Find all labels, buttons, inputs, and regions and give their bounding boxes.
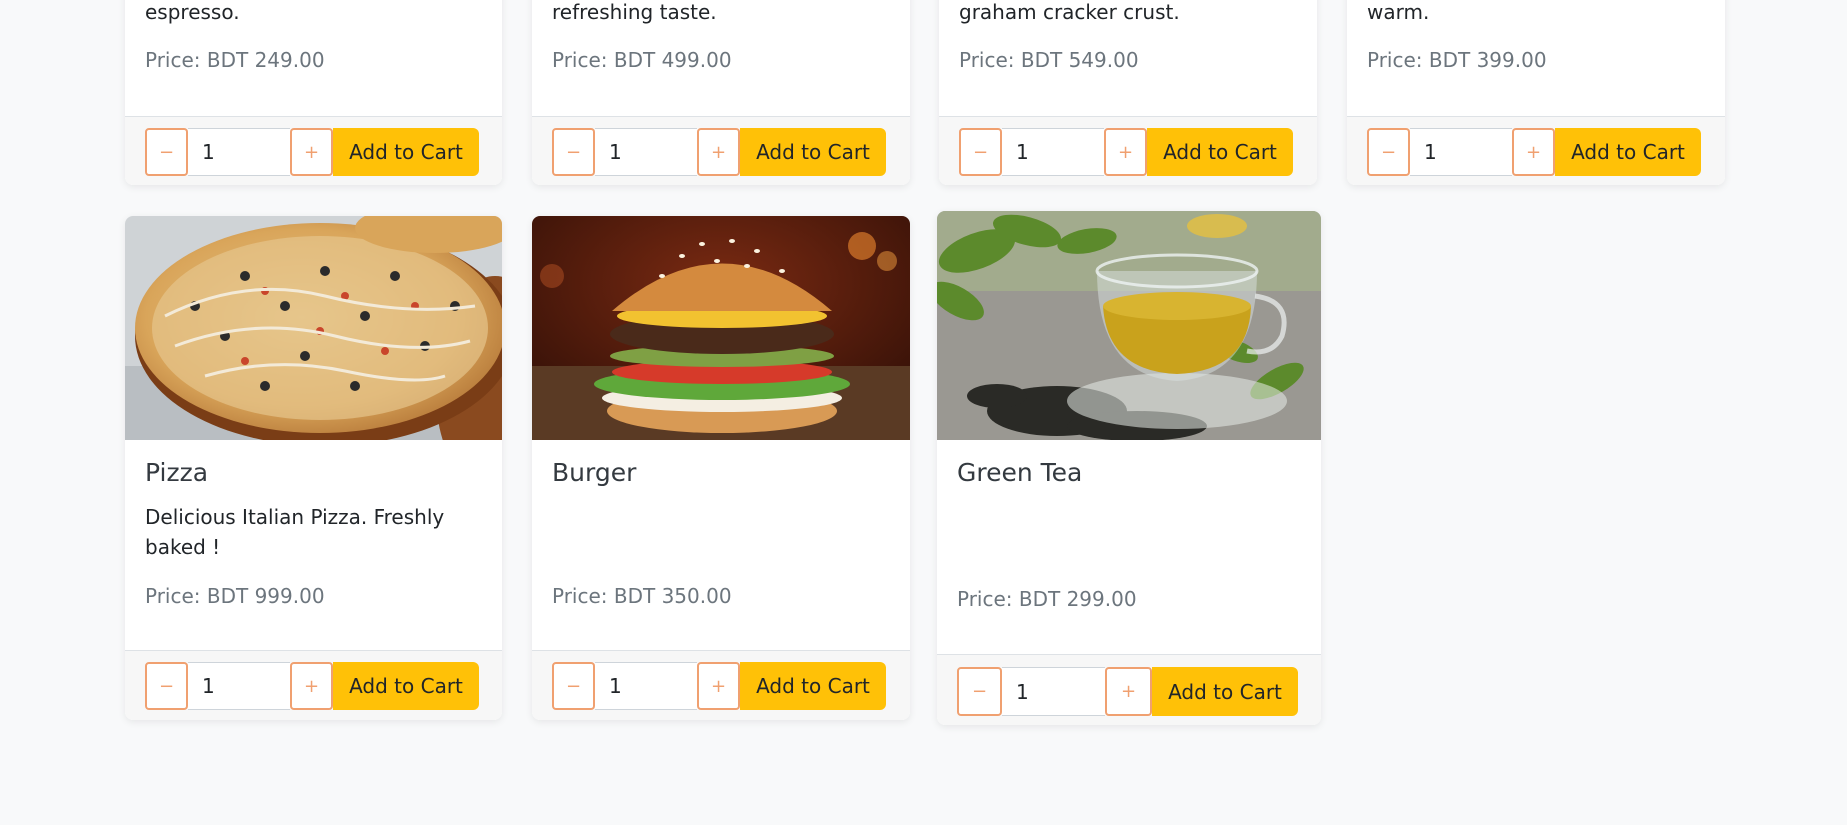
green-tea-image (937, 211, 1321, 440)
quantity-input[interactable] (1002, 667, 1105, 716)
increase-quantity-button[interactable]: + (1104, 128, 1147, 176)
decrease-quantity-button[interactable]: − (957, 667, 1002, 716)
card-footer: − + Add to Cart (532, 116, 910, 185)
product-price: Price: BDT 299.00 (957, 587, 1137, 611)
product-card-cheesecake: graham cracker crust. Price: BDT 549.00 … (939, 0, 1317, 185)
quantity-stepper: − + Add to Cart (957, 667, 1298, 716)
card-footer: − + Add to Cart (1347, 116, 1725, 185)
quantity-input[interactable] (188, 128, 290, 176)
product-price: Price: BDT 249.00 (145, 48, 325, 72)
add-to-cart-button[interactable]: Add to Cart (333, 662, 479, 710)
decrease-quantity-button[interactable]: − (552, 128, 595, 176)
product-title: Green Tea (957, 458, 1083, 487)
card-footer: − + Add to Cart (937, 654, 1321, 725)
quantity-stepper: − + Add to Cart (1367, 128, 1701, 176)
quantity-stepper: − + Add to Cart (552, 128, 886, 176)
decrease-quantity-button[interactable]: − (1367, 128, 1410, 176)
quantity-stepper: − + Add to Cart (552, 662, 886, 710)
product-price: Price: BDT 549.00 (959, 48, 1139, 72)
product-card-burger: Burger Price: BDT 350.00 − + Add to Cart (532, 216, 910, 720)
product-card-coffee: espresso. Price: BDT 249.00 − + Add to C… (125, 0, 502, 185)
decrease-quantity-button[interactable]: − (959, 128, 1002, 176)
product-title: Pizza (145, 458, 209, 487)
quantity-input[interactable] (1410, 128, 1512, 176)
increase-quantity-button[interactable]: + (290, 662, 333, 710)
product-description: refreshing taste. (552, 0, 717, 24)
card-footer: − + Add to Cart (125, 116, 502, 185)
decrease-quantity-button[interactable]: − (145, 662, 188, 710)
product-card-pizza: Pizza Delicious Italian Pizza. Freshly b… (125, 216, 502, 720)
burger-image (532, 216, 910, 440)
add-to-cart-button[interactable]: Add to Cart (740, 128, 886, 176)
quantity-input[interactable] (595, 662, 697, 710)
product-description: graham cracker crust. (959, 0, 1180, 24)
product-description: warm. (1367, 0, 1430, 24)
add-to-cart-button[interactable]: Add to Cart (1555, 128, 1701, 176)
increase-quantity-button[interactable]: + (1105, 667, 1152, 716)
product-price: Price: BDT 999.00 (145, 584, 325, 608)
product-price: Price: BDT 499.00 (552, 48, 732, 72)
card-footer: − + Add to Cart (125, 650, 502, 720)
product-description: espresso. (145, 0, 240, 24)
add-to-cart-button[interactable]: Add to Cart (740, 662, 886, 710)
quantity-stepper: − + Add to Cart (145, 662, 479, 710)
card-footer: − + Add to Cart (532, 650, 910, 720)
product-card-dessert: warm. Price: BDT 399.00 − + Add to Cart (1347, 0, 1725, 185)
quantity-stepper: − + Add to Cart (145, 128, 479, 176)
add-to-cart-button[interactable]: Add to Cart (333, 128, 479, 176)
decrease-quantity-button[interactable]: − (145, 128, 188, 176)
pizza-image (125, 216, 502, 440)
product-price: Price: BDT 399.00 (1367, 48, 1547, 72)
increase-quantity-button[interactable]: + (290, 128, 333, 176)
product-card-green-tea: Green Tea Price: BDT 299.00 − + Add to C… (937, 211, 1321, 725)
quantity-input[interactable] (1002, 128, 1104, 176)
quantity-input[interactable] (595, 128, 697, 176)
increase-quantity-button[interactable]: + (1512, 128, 1555, 176)
product-price: Price: BDT 350.00 (552, 584, 732, 608)
quantity-input[interactable] (188, 662, 290, 710)
add-to-cart-button[interactable]: Add to Cart (1152, 667, 1298, 716)
increase-quantity-button[interactable]: + (697, 128, 740, 176)
product-card-drink: refreshing taste. Price: BDT 499.00 − + … (532, 0, 910, 185)
decrease-quantity-button[interactable]: − (552, 662, 595, 710)
product-description: Delicious Italian Pizza. Freshly baked ! (145, 505, 445, 559)
product-title: Burger (552, 458, 637, 487)
quantity-stepper: − + Add to Cart (959, 128, 1293, 176)
card-footer: − + Add to Cart (939, 116, 1317, 185)
increase-quantity-button[interactable]: + (697, 662, 740, 710)
add-to-cart-button[interactable]: Add to Cart (1147, 128, 1293, 176)
